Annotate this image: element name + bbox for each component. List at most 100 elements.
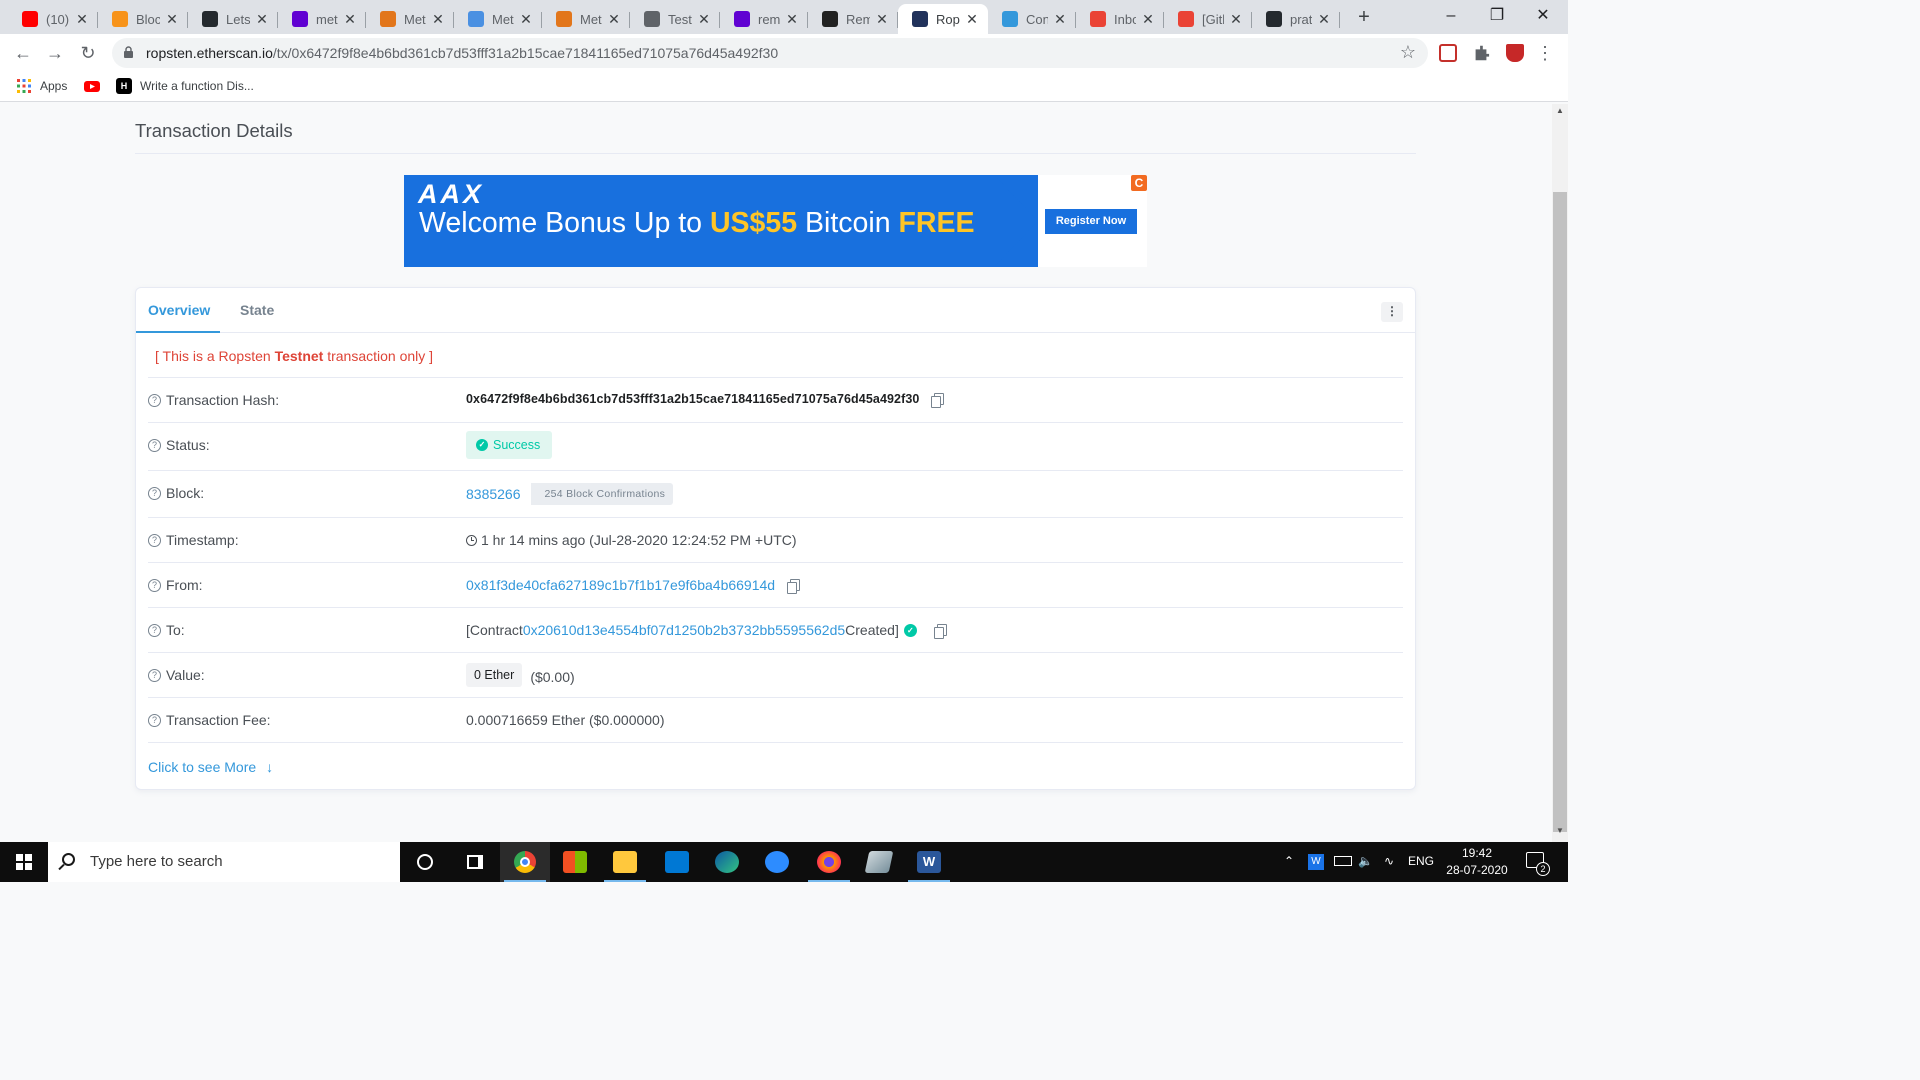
taskbar-search-input[interactable]: Type here to search — [48, 842, 400, 882]
extensions-puzzle-icon[interactable] — [1475, 45, 1490, 61]
tab-close-icon[interactable]: ✕ — [518, 11, 534, 28]
wifi-icon[interactable]: ∿ — [1384, 854, 1394, 868]
minimize-button[interactable]: – — [1428, 0, 1474, 32]
edge-icon[interactable] — [702, 842, 752, 882]
help-icon[interactable]: ? — [148, 713, 161, 727]
system-clock[interactable]: 19:42 28-07-2020 — [1440, 845, 1514, 879]
browser-tab[interactable]: Met ✕ — [454, 4, 542, 34]
task-view-icon[interactable] — [450, 842, 500, 882]
tray-chevron-icon[interactable]: ⌃ — [1284, 854, 1294, 868]
browser-tab[interactable]: (10) ✕ — [8, 4, 98, 34]
see-more-link[interactable]: Click to see More ↓ — [148, 759, 273, 775]
chrome-taskbar-icon[interactable] — [500, 842, 550, 882]
zoom-icon[interactable] — [752, 842, 802, 882]
tab-title: met — [316, 11, 338, 27]
page-scrollbar[interactable]: ▲ ▼ — [1552, 104, 1568, 842]
ad-banner[interactable]: AAX Welcome Bonus Up to US$55 Bitcoin FR… — [404, 175, 1147, 267]
row-transaction-fee: ? Transaction Fee: 0.000716659 Ether ($0.… — [148, 697, 1403, 742]
lock-icon — [124, 46, 133, 58]
store-icon[interactable] — [550, 842, 600, 882]
bookmark-youtube[interactable] — [84, 78, 108, 94]
new-tab-button[interactable]: + — [1352, 6, 1376, 30]
browser-tab[interactable]: Inbo ✕ — [1076, 4, 1164, 34]
ad-register-button[interactable]: Register Now — [1045, 209, 1137, 234]
browser-tab[interactable]: Bloc ✕ — [98, 4, 188, 34]
tab-close-icon[interactable]: ✕ — [1316, 11, 1332, 28]
help-icon[interactable]: ? — [148, 486, 161, 500]
browser-tab[interactable]: Rop ✕ — [898, 4, 988, 34]
copy-icon[interactable] — [931, 392, 945, 408]
copy-icon[interactable] — [933, 623, 947, 639]
help-icon[interactable]: ? — [148, 668, 161, 682]
back-arrow-icon[interactable]: ← — [10, 40, 36, 66]
contract-address-link[interactable]: 0x20610d13e4554bf07d1250b2b3732bb5595562… — [523, 622, 845, 638]
scroll-thumb[interactable] — [1553, 192, 1567, 832]
bookmark-apps[interactable]: Apps — [16, 78, 67, 94]
browser-tab[interactable]: Con ✕ — [988, 4, 1076, 34]
reload-icon[interactable]: ↻ — [75, 40, 101, 66]
tab-close-icon[interactable]: ✕ — [74, 11, 90, 28]
tab-state[interactable]: State — [240, 302, 274, 318]
bookmark-star-icon[interactable]: ☆ — [1400, 42, 1416, 63]
bookmark-hackerearth[interactable]: H Write a function Dis... — [116, 78, 254, 94]
tab-close-icon[interactable]: ✕ — [254, 11, 270, 28]
block-number-link[interactable]: 8385266 — [466, 486, 521, 502]
cortana-icon[interactable] — [400, 842, 450, 882]
tab-close-icon[interactable]: ✕ — [1052, 11, 1068, 28]
browser-tab[interactable]: prat ✕ — [1252, 4, 1340, 34]
windows-start-icon[interactable] — [16, 854, 32, 870]
tab-close-icon[interactable]: ✕ — [164, 11, 180, 28]
mail-icon[interactable] — [652, 842, 702, 882]
from-address-link[interactable]: 0x81f3de40cfa627189c1b7f1b17e9f6ba4b6691… — [466, 577, 775, 593]
language-indicator[interactable]: ENG — [1408, 854, 1434, 868]
firefox-icon[interactable] — [804, 842, 854, 882]
word-icon[interactable]: W — [904, 842, 954, 882]
ad-choice-icon[interactable]: C — [1131, 175, 1147, 191]
tab-close-icon[interactable]: ✕ — [874, 11, 890, 28]
help-icon[interactable]: ? — [148, 623, 161, 637]
copy-icon[interactable] — [787, 578, 801, 594]
browser-tab[interactable]: met ✕ — [278, 4, 366, 34]
tab-overview[interactable]: Overview — [148, 302, 210, 318]
tab-close-icon[interactable]: ✕ — [430, 11, 446, 28]
browser-tab[interactable]: Rem ✕ — [808, 4, 898, 34]
tab-close-icon[interactable]: ✕ — [342, 11, 358, 28]
tab-close-icon[interactable]: ✕ — [1140, 11, 1156, 28]
browser-tab[interactable]: Met ✕ — [542, 4, 630, 34]
help-icon[interactable]: ? — [148, 438, 161, 452]
file-explorer-icon[interactable] — [600, 842, 650, 882]
tray-app-icon[interactable]: W — [1308, 854, 1324, 870]
app-icon[interactable] — [854, 842, 904, 882]
timestamp-value: 1 hr 14 mins ago (Jul-28-2020 12:24:52 P… — [481, 532, 797, 548]
browser-tab[interactable]: remi✕ — [720, 4, 808, 34]
browser-tab[interactable]: Met ✕ — [366, 4, 454, 34]
volume-icon[interactable]: 🔈 — [1358, 854, 1373, 868]
scroll-up-arrow-icon[interactable]: ▲ — [1552, 106, 1568, 120]
help-icon[interactable]: ? — [148, 533, 161, 547]
tab-close-icon[interactable]: ✕ — [784, 11, 800, 28]
help-icon[interactable]: ? — [148, 393, 161, 407]
pocket-extension-icon[interactable] — [1439, 44, 1457, 62]
tab-close-icon[interactable]: ✕ — [696, 11, 712, 28]
more-options-icon[interactable]: ⋮ — [1381, 302, 1403, 322]
forward-arrow-icon[interactable]: → — [42, 40, 68, 66]
tab-close-icon[interactable]: ✕ — [606, 11, 622, 28]
chrome-menu-icon[interactable]: ⋮ — [1532, 40, 1558, 66]
scroll-down-arrow-icon[interactable]: ▼ — [1552, 826, 1568, 840]
help-icon[interactable]: ? — [148, 578, 161, 592]
browser-tab[interactable]: Lets ✕ — [188, 4, 278, 34]
browser-toolbar: ← → ↻ ropsten.etherscan.io/tx/0x6472f9f8… — [0, 34, 1568, 72]
address-bar[interactable]: ropsten.etherscan.io/tx/0x6472f9f8e4b6bd… — [112, 38, 1428, 68]
restore-button[interactable]: ❐ — [1474, 0, 1520, 32]
transaction-card: Overview State ⋮ [ This is a Ropsten Tes… — [135, 287, 1416, 790]
shield-extension-icon[interactable] — [1506, 44, 1524, 62]
from-label: From: — [166, 577, 203, 593]
battery-icon[interactable] — [1334, 856, 1352, 866]
card-tabs: Overview State ⋮ — [136, 288, 1415, 333]
browser-tab[interactable]: [Gith✕ — [1164, 4, 1252, 34]
metamask-icon — [380, 11, 396, 27]
close-window-button[interactable]: ✕ — [1520, 0, 1566, 32]
browser-tab[interactable]: Test ✕ — [630, 4, 720, 34]
tab-close-icon[interactable]: ✕ — [1228, 11, 1244, 28]
tab-close-icon[interactable]: ✕ — [964, 11, 980, 28]
